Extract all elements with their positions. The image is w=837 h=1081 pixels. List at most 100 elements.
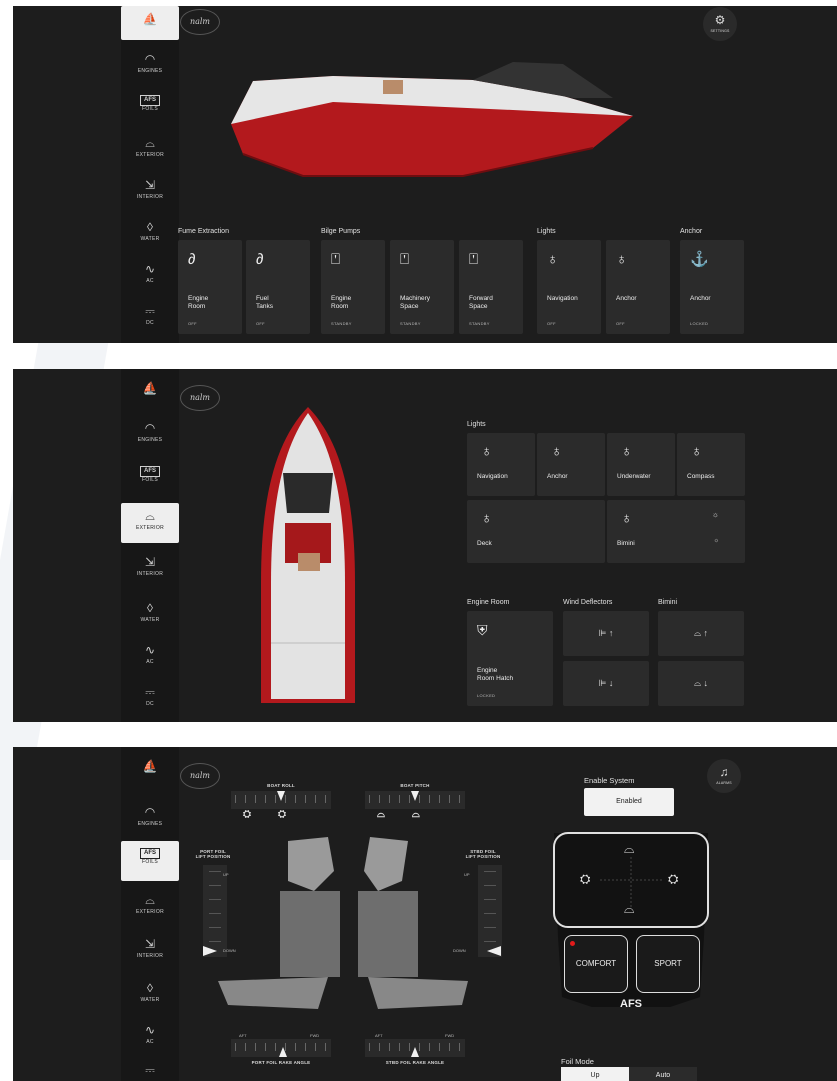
boat-cockpit <box>283 473 333 513</box>
wind-deflector-up-button[interactable]: ⊫ ↑ <box>563 611 649 656</box>
boat-roll-scale <box>231 791 331 809</box>
nav-foils[interactable]: AFS FOILS <box>121 841 179 881</box>
group-title: Anchor <box>680 228 703 235</box>
nav-ac[interactable]: ∿ AC <box>121 256 179 296</box>
light-bulb-icon: ♁ <box>481 443 493 460</box>
bell-icon: ♫ <box>719 765 729 779</box>
boat-side-view <box>231 62 633 177</box>
seat-icon: ⇲ <box>144 555 156 569</box>
port-fwd-label: FWD <box>310 1033 320 1038</box>
light-anchor-tile[interactable]: ♁ Anchor <box>537 433 605 496</box>
enable-system-title: Enable System <box>584 776 635 785</box>
group-title: Fume Extraction <box>178 228 229 235</box>
light-underwater-tile[interactable]: ♁ Underwater <box>607 433 675 496</box>
brightness-up-icon[interactable]: ☼ <box>712 510 719 519</box>
nav-exterior[interactable]: ⌓ EXTERIOR <box>121 130 179 170</box>
light-compass-tile[interactable]: ♁ Compass <box>677 433 745 496</box>
foil-mode-title: Foil Mode <box>561 1057 594 1066</box>
settings-button[interactable]: ⚙ SETTINGS <box>703 7 737 41</box>
foil-mode-auto-button[interactable]: Auto <box>629 1067 697 1081</box>
nav-engines[interactable]: ◠ ENGINES <box>121 415 179 455</box>
bimini-title: Bimini <box>658 599 678 606</box>
nav-dc[interactable]: ⎓ DC <box>121 298 179 338</box>
nav-water[interactable]: ◊ WATER <box>121 975 179 1015</box>
light-navigation-tile[interactable]: ♁ Navigation OFF <box>537 240 601 334</box>
water-drop-icon: ◊ <box>147 220 153 234</box>
fume-engine-room-tile[interactable]: ∂ Engine Room OFF <box>178 240 242 334</box>
bilge-pump-icon: ⍞ <box>469 251 479 268</box>
nav-water[interactable]: ◊ WATER <box>121 595 179 635</box>
fume-fuel-tanks-tile[interactable]: ∂ Fuel Tanks OFF <box>246 240 310 334</box>
boat-exterior-icon: ⌓ <box>145 893 155 907</box>
nav-dc[interactable]: ⎓ DC <box>121 679 179 719</box>
gauge-icon: ◠ <box>144 421 156 435</box>
light-bulb-icon: ♁ <box>616 251 628 268</box>
roll-port-icon[interactable]: ⛭ <box>580 871 590 887</box>
gauge-ticks <box>484 871 496 951</box>
engine-room-title: Engine Room <box>467 599 510 606</box>
boat-table <box>298 553 320 571</box>
enable-system-button[interactable]: Enabled <box>584 788 674 816</box>
port-rake-indicator <box>279 1047 287 1057</box>
stbd-foil <box>368 977 468 1009</box>
brightness-down-icon[interactable]: ☼ <box>714 538 720 544</box>
nav-engines[interactable]: ◠ ENGINES <box>121 799 179 839</box>
port-strut <box>280 891 340 977</box>
stbd-lift-indicator <box>487 946 501 956</box>
stbd-rake-scale <box>365 1039 465 1057</box>
light-deck-tile[interactable]: ♁ Deck <box>467 500 605 563</box>
alarms-button[interactable]: ♫ ALARMS <box>707 759 741 793</box>
foil-mode-up-button[interactable]: Up <box>561 1067 629 1081</box>
bimini-down-button[interactable]: ⌓ ↓ <box>658 661 744 706</box>
light-navigation-tile[interactable]: ♁ Navigation <box>467 433 535 496</box>
pitch-boat-icons: ⌓ ⌓ <box>377 809 421 820</box>
ac-wave-icon: ∿ <box>144 262 156 276</box>
comfort-mode-button[interactable]: COMFORT <box>564 935 628 993</box>
stbd-motor <box>364 837 408 891</box>
fan-icon: ∂ <box>256 251 264 268</box>
roll-stbd-icon[interactable]: ⛭ <box>668 871 678 887</box>
afs-controller: ⌓ ⛭ ⛭ ⌓ COMFORT SPORT AFS <box>550 827 712 1069</box>
engine-room-hatch-tile[interactable]: ⛨ Engine Room Hatch LOCKED <box>467 611 553 706</box>
nav-water[interactable]: ◊ WATER <box>121 214 179 254</box>
bilge-machinery-space-tile[interactable]: ⍞ Machinery Space STANDBY <box>390 240 454 334</box>
boat-roll-label: BOAT ROLL <box>267 783 295 788</box>
nav-engines[interactable]: ◠ ENGINES <box>121 46 179 86</box>
nav-dc[interactable]: ⎓ <box>121 1057 179 1081</box>
bilge-forward-space-tile[interactable]: ⍞ Forward Space STANDBY <box>459 240 523 334</box>
foils-panel: ⛵ ◠ ENGINES AFS FOILS ⌓ EXTERIOR ⇲ INTERIOR … <box>13 747 837 1081</box>
bilge-pump-icon: ⍞ <box>331 251 341 268</box>
port-foil <box>218 977 328 1009</box>
gauge-icon: ◠ <box>144 52 156 66</box>
light-anchor-tile[interactable]: ♁ Anchor OFF <box>606 240 670 334</box>
bow-up-icon[interactable]: ⌓ <box>624 841 634 857</box>
nav-exterior[interactable]: ⌓ EXTERIOR <box>121 503 179 543</box>
gear-icon: ⚙ <box>714 13 726 27</box>
anchor-lock-icon: ⚓ <box>690 251 709 268</box>
nav-home[interactable]: ⛵ <box>121 753 179 793</box>
nav-interior[interactable]: ⇲ INTERIOR <box>121 172 179 212</box>
boat-exterior-icon: ⌓ <box>145 136 155 150</box>
nav-exterior[interactable]: ⌓ EXTERIOR <box>121 887 179 927</box>
light-bimini-tile[interactable]: ♁ Bimini ☼ ☼ <box>607 500 745 563</box>
roll-indicator <box>277 791 285 801</box>
sport-mode-button[interactable]: SPORT <box>636 935 700 993</box>
nav-interior[interactable]: ⇲ INTERIOR <box>121 931 179 971</box>
ac-wave-icon: ∿ <box>144 643 156 657</box>
anchor-tile[interactable]: ⚓ Anchor LOCKED <box>680 240 744 334</box>
nav-home[interactable]: ⛵ <box>121 375 179 415</box>
nav-foils[interactable]: AFS FOILS <box>121 459 179 499</box>
port-lift-indicator <box>203 946 217 956</box>
wind-deflector-down-button[interactable]: ⊫ ↓ <box>563 661 649 706</box>
nav-interior[interactable]: ⇲ INTERIOR <box>121 549 179 589</box>
boat-pitch-scale <box>365 791 465 809</box>
active-indicator <box>570 941 575 946</box>
nav-ac[interactable]: ∿ AC <box>121 1017 179 1057</box>
nav-ac[interactable]: ∿ AC <box>121 637 179 677</box>
boat-home-icon: ⛵ <box>142 12 158 26</box>
nav-home[interactable]: ⛵ <box>121 6 179 40</box>
nav-foils[interactable]: AFS FOILS <box>121 88 179 128</box>
bow-down-icon[interactable]: ⌓ <box>624 901 634 917</box>
bimini-up-button[interactable]: ⌓ ↑ <box>658 611 744 656</box>
bilge-engine-room-tile[interactable]: ⍞ Engine Room STANDBY <box>321 240 385 334</box>
